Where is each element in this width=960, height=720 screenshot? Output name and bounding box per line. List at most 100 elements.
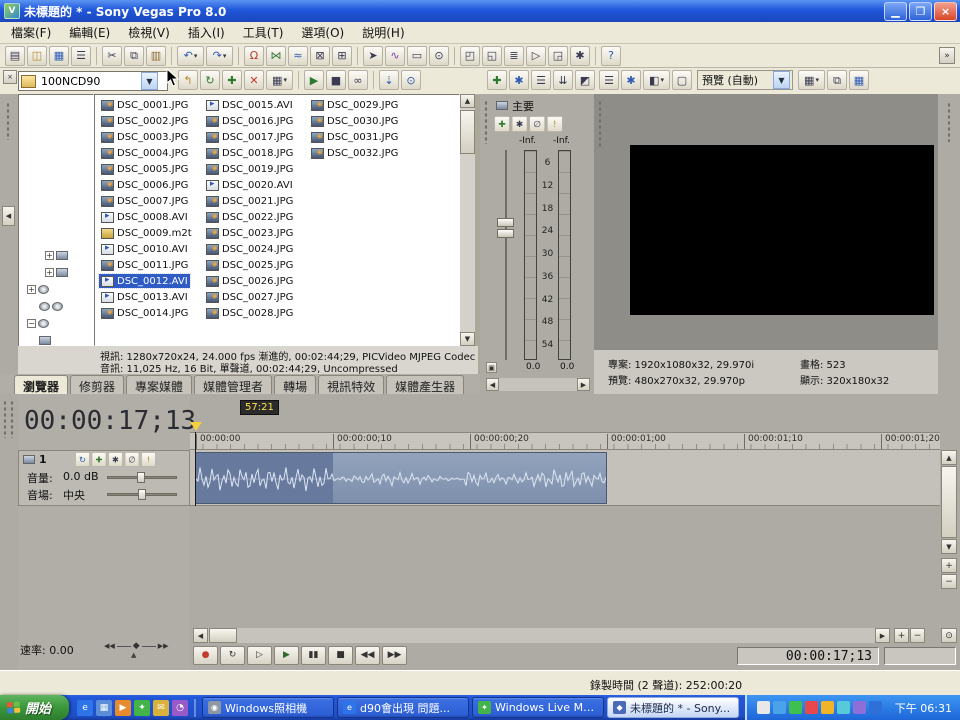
file-item[interactable]: DSC_0021.JPG (204, 194, 295, 208)
preview-quality-combo[interactable]: 預覽 (自動) ▼ (697, 70, 793, 90)
file-item[interactable]: DSC_0017.JPG (204, 130, 295, 144)
timeline-grip[interactable] (3, 400, 7, 438)
file-item[interactable]: DSC_0003.JPG (99, 130, 190, 144)
file-item[interactable]: DSC_0010.AVI (99, 242, 190, 256)
tree-item[interactable]: + (19, 247, 94, 264)
bus-fx-button[interactable]: ✱ (512, 116, 528, 132)
timeline-hscrollbar[interactable]: ◀ ▶ (193, 628, 890, 643)
scroll-up-arrow-icon[interactable]: ▲ (941, 450, 957, 465)
preview-quality-arrow-icon[interactable]: ▼ (773, 71, 790, 89)
bus-mute-button[interactable]: ∅ (529, 116, 545, 132)
rate-handle-icon[interactable]: ◆ (133, 641, 140, 651)
insert-assignable-fx-button[interactable]: ✱ (509, 70, 529, 90)
auto-ripple-button[interactable]: ≈ (288, 46, 308, 66)
video-preview-window-button[interactable]: ▷ (526, 46, 546, 66)
ignore-event-grouping-button[interactable]: ⊞ (332, 46, 352, 66)
quicklaunch-show-desktop-icon[interactable]: ▦ (96, 700, 112, 716)
plugin-manager-button[interactable]: ✱ (570, 46, 590, 66)
file-item[interactable]: DSC_0032.JPG (309, 146, 400, 160)
normal-edit-tool-button[interactable]: ➤ (363, 46, 383, 66)
menu-item-4[interactable]: 工具(T) (234, 21, 293, 44)
tray-icon-5[interactable] (821, 701, 834, 714)
overlay-options-button[interactable]: ▦▾ (798, 70, 825, 90)
stop-preview-button[interactable]: ■ (326, 70, 346, 90)
dim-output-button[interactable]: ◩ (575, 70, 595, 90)
insert-fx-button[interactable]: ✚ (494, 116, 510, 132)
vscrollbar-thumb[interactable] (941, 466, 957, 538)
collapse-icon[interactable]: − (27, 319, 36, 328)
mixer-grip[interactable] (484, 100, 488, 144)
auto-crossfade-button[interactable]: ⋈ (266, 46, 286, 66)
automation-settings-button[interactable]: ↻ (75, 452, 90, 467)
taskbar-task-messenger[interactable]: ✦Windows Live Mes... (472, 697, 604, 718)
close-window-group-button[interactable]: × (3, 70, 17, 84)
insert-audio-bus-button[interactable]: ✚ (487, 70, 507, 90)
insert-track-fx-button[interactable]: ✚ (92, 452, 107, 467)
close-button[interactable]: × (934, 2, 957, 21)
loop-playback-button[interactable]: ↻ (220, 646, 245, 665)
hide-dock-button[interactable]: ◀ (2, 206, 15, 226)
lock-envelopes-button[interactable]: ⊠ (310, 46, 330, 66)
menu-item-2[interactable]: 檢視(V) (119, 21, 179, 44)
transport-timecode-display[interactable]: 00:00:17;13 (737, 647, 879, 665)
file-item[interactable]: DSC_0012.AVI (99, 274, 190, 288)
scroll-down-arrow-icon[interactable]: ▼ (460, 332, 475, 346)
file-item[interactable]: DSC_0019.JPG (204, 162, 295, 176)
file-item[interactable]: DSC_0030.JPG (309, 114, 400, 128)
taskbar-task-camera[interactable]: ◉Windows照相機 (202, 697, 334, 718)
file-item[interactable]: DSC_0023.JPG (204, 226, 295, 240)
file-item[interactable]: DSC_0025.JPG (204, 258, 295, 272)
mixer-window-button[interactable]: ≣ (504, 46, 524, 66)
scrollbar-thumb[interactable] (460, 110, 475, 154)
menu-item-0[interactable]: 檔案(F) (2, 21, 60, 44)
rate-rewind-icon[interactable]: ◀◀ (104, 642, 115, 650)
get-media-from-web-button[interactable]: ⇣ (379, 70, 399, 90)
timeline-marker-icon[interactable] (190, 422, 202, 431)
add-to-favorites-button[interactable]: ✚ (222, 70, 242, 90)
scroll-left-arrow-icon[interactable]: ◀ (486, 378, 499, 391)
zoom-edit-tool-button[interactable]: ⊙ (429, 46, 449, 66)
solo-button[interactable]: ! (141, 452, 156, 467)
whats-this-help-button[interactable]: ? (601, 46, 621, 66)
media-manager-search-button[interactable]: ⊙ (401, 70, 421, 90)
tree-item[interactable]: − (19, 315, 94, 332)
refresh-button[interactable]: ↻ (200, 70, 220, 90)
downmix-output-button[interactable]: ⇊ (553, 70, 573, 90)
video-output-fx-button[interactable]: ✱ (621, 70, 641, 90)
menu-item-3[interactable]: 插入(I) (179, 21, 234, 44)
dock-grip[interactable] (6, 102, 10, 140)
redo-button[interactable]: ↷▾ (206, 46, 233, 66)
address-dropdown-arrow-icon[interactable]: ▼ (141, 72, 158, 90)
project-properties-button[interactable]: ☰ (71, 46, 91, 66)
toolbar-overflow-button[interactable]: » (939, 47, 955, 64)
minimize-button[interactable]: ▁ (884, 2, 907, 21)
play-button[interactable]: ▶ (274, 646, 299, 665)
selection-edit-tool-button[interactable]: ▭ (407, 46, 427, 66)
scroll-up-arrow-icon[interactable]: ▲ (460, 94, 475, 108)
preview-grip[interactable] (598, 100, 602, 148)
dock-grip[interactable] (947, 102, 951, 142)
file-item[interactable]: DSC_0026.JPG (204, 274, 295, 288)
expand-icon[interactable]: + (45, 251, 54, 260)
audio-event[interactable] (195, 452, 607, 504)
maximize-button[interactable]: ❐ (909, 2, 932, 21)
track-height-zoom-out-button[interactable]: − (941, 574, 957, 589)
file-item[interactable]: DSC_0028.JPG (204, 306, 295, 320)
copy-snapshot-button[interactable]: ⧉ (827, 70, 847, 90)
edit-cursor[interactable] (195, 432, 196, 506)
quicklaunch-outlook-icon[interactable]: ✉ (153, 700, 169, 716)
scroll-right-arrow-icon[interactable]: ▶ (875, 628, 890, 643)
zoom-in-time-button[interactable]: + (894, 628, 909, 643)
tray-icon-6[interactable] (837, 701, 850, 714)
mixer-properties-button[interactable]: ☰ (531, 70, 551, 90)
file-item[interactable]: DSC_0006.JPG (99, 178, 190, 192)
file-item[interactable]: DSC_0031.JPG (309, 130, 400, 144)
file-item[interactable]: DSC_0002.JPG (99, 114, 190, 128)
expand-icon[interactable]: + (27, 285, 36, 294)
rate-scrubber[interactable]: ◀◀ ◆ ▶▶ (104, 641, 168, 651)
timeline-grip[interactable] (10, 400, 14, 438)
scroll-down-arrow-icon[interactable]: ▼ (941, 539, 957, 554)
volume-slider-thumb[interactable] (137, 472, 145, 483)
track-header[interactable]: 1 ↻✚✱∅! 音量: 0.0 dB 音場: 中央 (18, 450, 190, 506)
master-fader-thumb-left[interactable] (497, 218, 514, 227)
